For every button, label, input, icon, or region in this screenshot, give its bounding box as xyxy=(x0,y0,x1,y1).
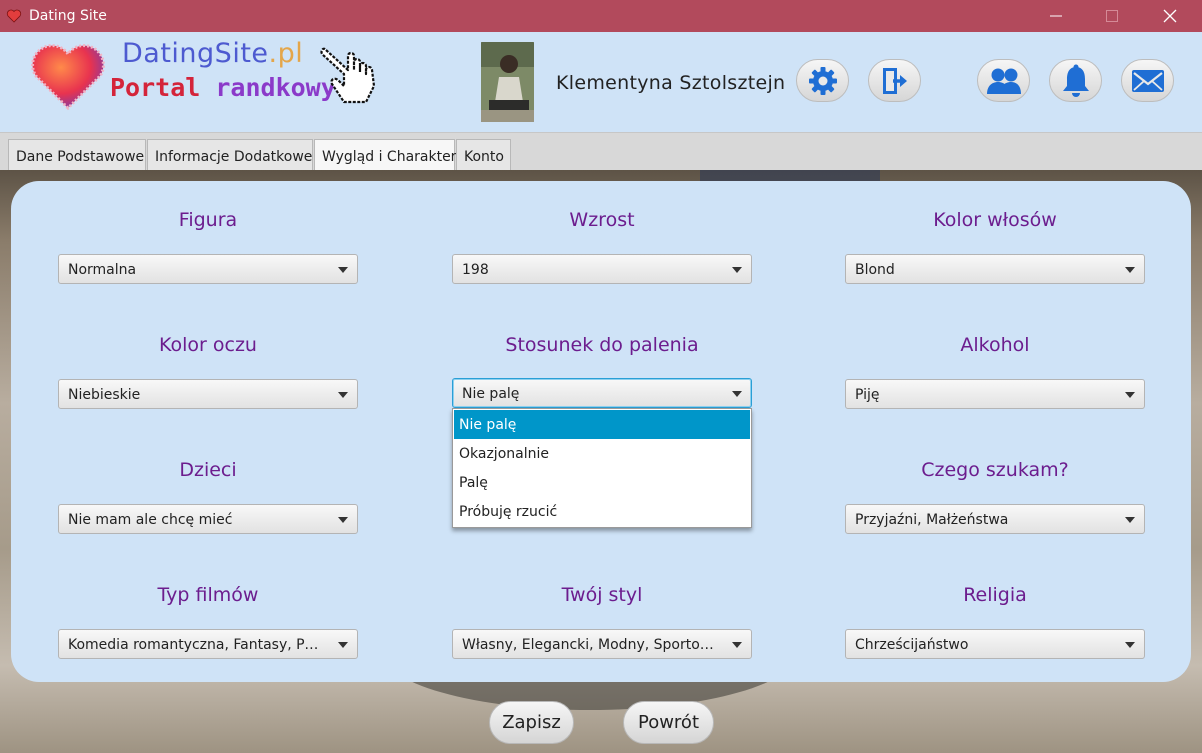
chevron-down-icon xyxy=(1125,642,1135,648)
wzrost-combobox[interactable]: 198 xyxy=(452,254,752,284)
logout-icon xyxy=(882,67,907,94)
pointing-hand-icon xyxy=(320,47,376,104)
palenie-option-nie-pale[interactable]: Nie palę xyxy=(454,410,750,439)
user-avatar[interactable] xyxy=(481,42,534,122)
chevron-down-icon xyxy=(732,391,742,397)
chevron-down-icon xyxy=(338,642,348,648)
typ-filmow-combobox[interactable]: Komedia romantyczna, Fantasy, Psy... xyxy=(58,629,358,659)
chevron-down-icon xyxy=(1125,517,1135,523)
close-button[interactable] xyxy=(1141,0,1199,32)
logout-button[interactable] xyxy=(868,59,921,102)
kolor-wlosow-combobox[interactable]: Blond xyxy=(845,254,1145,284)
wzrost-value: 198 xyxy=(462,262,489,278)
logo-title: DatingSite.pl xyxy=(122,38,304,69)
palenie-option-probuje-rzucic[interactable]: Próbuję rzucić xyxy=(454,497,750,526)
heart-logo-icon xyxy=(31,44,105,111)
czego-szukam-label: Czego szukam? xyxy=(921,459,1069,481)
religia-label: Religia xyxy=(963,584,1027,606)
chevron-down-icon xyxy=(338,392,348,398)
religia-combobox[interactable]: Chrześcijaństwo xyxy=(845,629,1145,659)
notifications-button[interactable] xyxy=(1049,59,1102,102)
figura-combobox[interactable]: Normalna xyxy=(58,254,358,284)
religia-value: Chrześcijaństwo xyxy=(855,637,969,653)
figura-label: Figura xyxy=(178,209,238,231)
chevron-down-icon xyxy=(732,642,742,648)
kolor-wlosow-label: Kolor włosów xyxy=(933,209,1057,231)
kolor-oczu-label: Kolor oczu xyxy=(159,334,257,356)
tab-dane-podstawowe[interactable]: Dane Podstawowe xyxy=(8,139,146,171)
typ-filmow-value: Komedia romantyczna, Fantasy, Psy... xyxy=(68,637,323,653)
tab-wyglad-i-charakter[interactable]: Wygląd i Charakter xyxy=(314,139,456,171)
notifications-icon xyxy=(1062,64,1089,97)
czego-szukam-combobox[interactable]: Przyjaźni, Małżeństwa xyxy=(845,504,1145,534)
back-button[interactable]: Powrót xyxy=(623,701,714,744)
logo-subtitle: Portal randkowy xyxy=(110,73,336,102)
dzieci-combobox[interactable]: Nie mam ale chcę mieć xyxy=(58,504,358,534)
save-button[interactable]: Zapisz xyxy=(489,701,574,744)
friends-icon xyxy=(986,68,1021,94)
kolor-wlosow-value: Blond xyxy=(855,262,895,278)
styl-combobox[interactable]: Własny, Elegancki, Modny, Sportowy xyxy=(452,629,752,659)
palenie-value: Nie palę xyxy=(462,386,520,402)
tab-konto[interactable]: Konto xyxy=(456,139,511,171)
chevron-down-icon xyxy=(1125,267,1135,273)
typ-filmow-label: Typ filmów xyxy=(157,584,259,606)
kolor-oczu-value: Niebieskie xyxy=(68,387,141,403)
close-icon xyxy=(1163,9,1177,23)
palenie-combobox[interactable]: Nie palę xyxy=(452,378,752,408)
kolor-oczu-combobox[interactable]: Niebieskie xyxy=(58,379,358,409)
palenie-option-pale[interactable]: Palę xyxy=(454,468,750,497)
palenie-option-okazjonalnie[interactable]: Okazjonalnie xyxy=(454,439,750,468)
figura-value: Normalna xyxy=(68,262,137,278)
settings-button[interactable] xyxy=(796,59,849,102)
chevron-down-icon xyxy=(732,267,742,273)
styl-label: Twój styl xyxy=(561,584,643,606)
alkohol-label: Alkohol xyxy=(960,334,1030,356)
tab-informacje-dodatkowe[interactable]: Informacje Dodatkowe xyxy=(147,139,313,171)
alkohol-value: Piję xyxy=(855,387,880,403)
palenie-dropdown-list: Nie palę Okazjonalnie Palę Próbuję rzuci… xyxy=(452,408,752,528)
czego-szukam-value: Przyjaźni, Małżeństwa xyxy=(855,512,1009,528)
settings-icon xyxy=(808,66,837,95)
dzieci-value: Nie mam ale chcę mieć xyxy=(68,512,233,528)
heart-app-icon xyxy=(6,9,22,23)
minimize-icon xyxy=(1050,15,1062,17)
user-name: Klementyna Sztolsztejn xyxy=(556,72,786,94)
dzieci-label: Dzieci xyxy=(179,459,237,481)
messages-button[interactable] xyxy=(1121,59,1174,102)
title-bar: Dating Site xyxy=(0,0,1202,32)
tab-bar: Dane Podstawowe Informacje Dodatkowe Wyg… xyxy=(0,132,1202,171)
maximize-button[interactable] xyxy=(1083,0,1141,32)
minimize-button[interactable] xyxy=(1027,0,1085,32)
chevron-down-icon xyxy=(338,267,348,273)
palenie-label: Stosunek do palenia xyxy=(505,334,699,356)
chevron-down-icon xyxy=(1125,392,1135,398)
maximize-icon xyxy=(1106,10,1118,22)
alkohol-combobox[interactable]: Piję xyxy=(845,379,1145,409)
wzrost-label: Wzrost xyxy=(569,209,635,231)
messages-icon xyxy=(1131,69,1164,92)
app-header: DatingSite.pl Portal randkowy Klementyna… xyxy=(0,32,1202,132)
styl-value: Własny, Elegancki, Modny, Sportowy xyxy=(462,637,717,653)
avatar-photo xyxy=(481,42,534,122)
friends-button[interactable] xyxy=(977,59,1030,102)
chevron-down-icon xyxy=(338,517,348,523)
window-title: Dating Site xyxy=(29,8,107,24)
